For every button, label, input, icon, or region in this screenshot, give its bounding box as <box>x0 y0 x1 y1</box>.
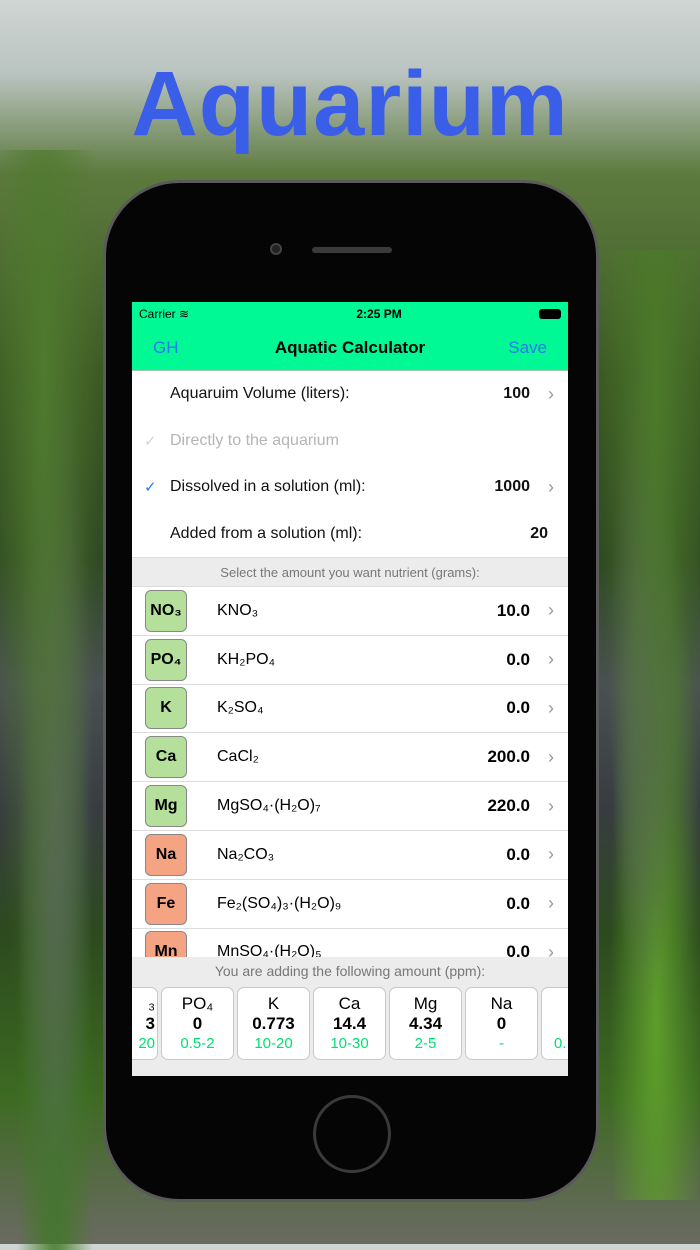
ppm-name: ₃ <box>148 994 155 1013</box>
app-screen: Carrier ≋ 2:25 PM Aquatic Calculator GH … <box>132 302 568 1076</box>
compound-name: MgSO₄·(H₂O)₇ <box>217 797 321 815</box>
setting-value: 1000 <box>494 478 530 496</box>
battery-icon <box>539 308 561 319</box>
ppm-range: 10-20 <box>254 1035 293 1052</box>
speaker <box>312 247 392 253</box>
checkmark-icon: ✓ <box>144 479 157 497</box>
chevron-right-icon: › <box>548 649 554 670</box>
chevron-right-icon: › <box>548 600 554 621</box>
ppm-header: You are adding the following amount (ppm… <box>214 963 486 979</box>
ppm-value: 0 <box>192 1014 203 1033</box>
home-button[interactable] <box>313 1095 391 1173</box>
nutrient-amount: 0.0 <box>506 893 530 913</box>
chevron-right-icon: › <box>548 383 554 404</box>
setting-label: Added from a solution (ml): <box>170 524 363 542</box>
ppm-range: 0.5-2 <box>180 1035 215 1052</box>
nutrient-amount: 200.0 <box>487 747 530 767</box>
setting-row[interactable]: Added from a solution (ml): 20 <box>132 511 568 558</box>
setting-label: Aquaruim Volume (liters): <box>170 385 350 403</box>
compound-name: KNO₃ <box>217 601 259 619</box>
ppm-value: 0.773 <box>252 1014 295 1033</box>
setting-value: 20 <box>530 524 548 542</box>
ppm-range: - <box>499 1035 504 1052</box>
nutrient-row[interactable]: NO₃ KNO₃ 10.0 › <box>132 587 568 636</box>
ppm-value <box>554 1014 568 1034</box>
save-button[interactable]: Save <box>508 338 547 358</box>
nutrient-amount: 0.0 <box>506 649 530 669</box>
chevron-right-icon: › <box>548 844 554 865</box>
nutrient-amount: 10.0 <box>496 600 530 620</box>
chevron-right-icon: › <box>548 893 554 914</box>
ppm-value: 3 <box>145 1014 155 1033</box>
compound-name: Fe₂(SO₄)₃·(H₂O)₉ <box>217 894 342 912</box>
nutrient-amount: 0.0 <box>506 844 530 864</box>
nutrient-row[interactable]: PO₄ KH₂PO₄ 0.0 › <box>132 636 568 685</box>
ppm-value: 14.4 <box>332 1014 367 1033</box>
ppm-card: Ca 14.4 10-30 <box>313 987 386 1060</box>
ppm-value: 0 <box>496 1014 507 1033</box>
carrier: Carrier <box>139 306 176 321</box>
ppm-card: 0. <box>541 987 568 1060</box>
ppm-range: 0. <box>554 1035 567 1052</box>
compound-name: CaCl₂ <box>217 748 259 766</box>
ppm-card: PO₄ 0 0.5-2 <box>161 987 234 1060</box>
nutrient-badge: NO₃ <box>145 589 187 632</box>
nutrient-row[interactable]: Fe Fe₂(SO₄)₃·(H₂O)₉ 0.0 › <box>132 880 568 929</box>
setting-row[interactable]: ✓ Dissolved in a solution (ml): 1000 › <box>132 464 568 511</box>
nutrient-badge: PO₄ <box>145 638 187 681</box>
compound-name: KH₂PO₄ <box>217 650 276 668</box>
nutrient-badge: Ca <box>145 736 187 779</box>
ppm-card: ₃ 3 20 <box>132 987 158 1060</box>
setting-value: 100 <box>503 385 530 403</box>
nutrient-amount: 0.0 <box>506 698 530 718</box>
nutrient-amount: 220.0 <box>487 796 530 816</box>
chevron-right-icon: › <box>548 697 554 718</box>
nav-bar: Aquatic Calculator GH Save <box>132 325 568 371</box>
nutrient-badge: Na <box>145 833 187 876</box>
ppm-range: 20 <box>138 1035 155 1052</box>
wifi-icon: ≋ <box>179 306 190 321</box>
ppm-name: PO₄ <box>181 994 214 1013</box>
ppm-footer: You are adding the following amount (ppm… <box>132 957 568 1076</box>
promo-title: Aquarium <box>131 53 569 155</box>
ppm-card: K 0.773 10-20 <box>237 987 310 1060</box>
ppm-name: Na <box>490 994 513 1013</box>
ppm-range: 10-30 <box>330 1035 369 1052</box>
ppm-name: Ca <box>338 994 361 1013</box>
ppm-cards-scroller[interactable]: ₃ 3 20 PO₄ 0 0.5-2 K 0.773 10-20 Ca 14.4 10-30 Mg 4.3… <box>132 987 568 1061</box>
nutrient-badge: K <box>145 687 187 730</box>
ppm-name: Mg <box>413 994 438 1013</box>
chevron-right-icon: › <box>548 746 554 767</box>
ppm-range: 2-5 <box>414 1035 437 1052</box>
nutrient-row[interactable]: Mg MgSO₄·(H₂O)₇ 220.0 › <box>132 782 568 831</box>
background-right <box>590 250 700 1200</box>
ppm-name: K <box>267 994 280 1013</box>
camera-icon <box>270 243 282 255</box>
chevron-right-icon: › <box>548 795 554 816</box>
ppm-card: Na 0 - <box>465 987 538 1060</box>
nutrient-badge: Mg <box>145 785 187 828</box>
nav-title: Aquatic Calculator <box>274 337 426 357</box>
setting-label: Dissolved in a solution (ml): <box>170 478 366 496</box>
time: 2:25 PM <box>356 306 402 321</box>
setting-label: Directly to the aquarium <box>170 431 339 449</box>
gh-button[interactable]: GH <box>153 338 179 358</box>
checkmark-icon: ✓ <box>144 432 157 450</box>
nutrient-badge: Fe <box>145 882 187 925</box>
status-bar: Carrier ≋ 2:25 PM <box>132 302 568 325</box>
ppm-name <box>554 994 568 1014</box>
nutrient-row[interactable]: Na Na₂CO₃ 0.0 › <box>132 831 568 880</box>
chevron-right-icon: › <box>548 476 554 497</box>
ppm-card: Mg 4.34 2-5 <box>389 987 462 1060</box>
nutrient-section-header: Select the amount you want nutrient (gra… <box>132 557 568 587</box>
background-left <box>0 150 110 1250</box>
compound-name: K₂SO₄ <box>217 699 264 717</box>
nutrient-row[interactable]: K K₂SO₄ 0.0 › <box>132 685 568 734</box>
compound-name: Na₂CO₃ <box>217 845 275 863</box>
setting-row[interactable]: Aquaruim Volume (liters): 100 › <box>132 371 568 418</box>
setting-row[interactable]: ✓ Directly to the aquarium <box>132 418 568 465</box>
ppm-value: 4.34 <box>408 1014 443 1033</box>
nutrient-row[interactable]: Ca CaCl₂ 200.0 › <box>132 733 568 783</box>
